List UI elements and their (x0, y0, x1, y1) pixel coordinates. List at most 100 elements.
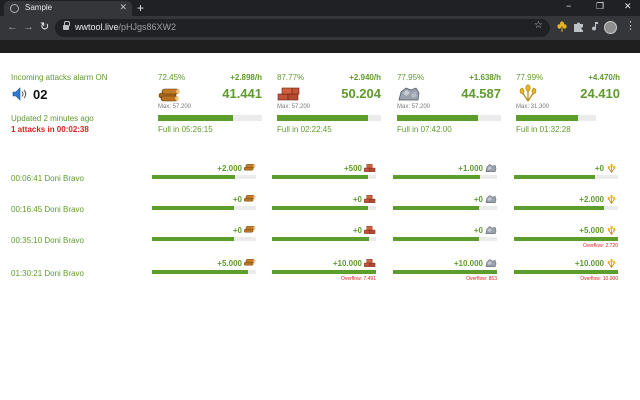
overflow-note: Overflow: 2.720 (582, 243, 618, 249)
resource-wood: 72.45% +2.898/h 41.441 Max: 57.200 Full … (158, 73, 262, 135)
crop-icon (607, 225, 616, 235)
clay-icon (364, 259, 376, 267)
attack-clay-bar (272, 175, 376, 179)
crop-icon (607, 258, 616, 268)
attack-iron-cell: +0 (393, 226, 497, 256)
attack-clay-bar-fill (272, 237, 369, 241)
crop-progress-bar (516, 115, 596, 121)
tab-strip: Sample ✕ + − ❐ ✕ (0, 0, 640, 16)
back-button[interactable]: ← (7, 20, 18, 34)
attack-iron-bar-fill (393, 270, 497, 274)
close-tab-icon[interactable]: ✕ (119, 2, 127, 13)
attack-clay-bar-fill (272, 206, 368, 210)
speaker-icon[interactable] (12, 87, 29, 101)
attack-clay-cell: +0 (272, 195, 376, 225)
attack-wood-bar-fill (152, 270, 248, 274)
attack-crop-value: +5.000 (579, 226, 604, 235)
wood-icon (158, 88, 180, 102)
crop-icon (607, 163, 616, 173)
wood-full-in: Full in 05:26:15 (158, 125, 213, 134)
resource-iron: 77.95% +1.638/h 44.587 Max: 57.200 Full … (397, 73, 501, 135)
lock-icon (63, 21, 70, 31)
minimize-button[interactable]: − (566, 1, 571, 11)
wood-percent: 72.45% (158, 73, 186, 82)
resource-crop: 77.99% +4.470/h 24.410 Max: 31.300 Full … (516, 73, 620, 135)
crop-progress-fill (516, 115, 579, 121)
attack-row-label: 01:30:21 Doni Bravo (11, 269, 84, 278)
iron-icon (485, 195, 497, 203)
url-text: wwtool.live/pHJgs86XW2 (75, 22, 177, 32)
attack-clay-bar (272, 237, 376, 241)
attack-row-label: 00:06:41 Doni Bravo (11, 174, 84, 183)
attack-crop-bar (514, 206, 618, 210)
address-bar[interactable]: wwtool.live/pHJgs86XW2 ☆ (55, 19, 550, 37)
puzzle-extensions-icon[interactable] (573, 21, 584, 32)
crop-full-in: Full in 01:32:28 (516, 125, 571, 134)
crop-max: Max: 31.300 (516, 104, 550, 110)
attack-clay-bar (272, 206, 376, 210)
attack-clay-cell: +0 (272, 226, 376, 256)
attack-crop-cell: +2.000 (514, 194, 618, 225)
window-close-button[interactable]: ✕ (624, 1, 632, 12)
attack-clay-value: +500 (343, 164, 362, 173)
attack-iron-bar-fill (393, 206, 480, 210)
attack-iron-bar (393, 206, 497, 210)
iron-full-in: Full in 07:42:00 (397, 125, 452, 134)
wood-rate: +2.898/h (230, 73, 262, 82)
attack-crop-bar-fill (514, 175, 596, 179)
attack-crop-bar (514, 175, 618, 179)
iron-max: Max: 57.200 (397, 104, 431, 110)
attack-crop-cell: +0 (514, 163, 618, 194)
resource-clay: 87.77% +2.940/h 50.204 Max: 57.200 Full … (277, 73, 381, 135)
maximize-button[interactable]: ❐ (596, 1, 604, 12)
bookmark-star-icon[interactable]: ☆ (534, 20, 543, 31)
attack-iron-value: +0 (473, 195, 483, 204)
crop-icon (607, 194, 616, 204)
iron-icon (485, 226, 497, 234)
wood-max: Max: 57.200 (158, 104, 192, 110)
clay-rate: +2.940/h (349, 73, 381, 82)
iron-rate: +1.638/h (469, 73, 501, 82)
wood-icon (244, 195, 256, 202)
attack-iron-cell: +0 (393, 195, 497, 225)
attack-iron-value: +1.000 (458, 164, 483, 173)
iron-progress-fill (397, 115, 479, 121)
attack-iron-cell: +10.000 Overflow: 853 (393, 259, 497, 289)
attack-iron-bar (393, 237, 497, 241)
attack-wood-value: +0 (232, 226, 242, 235)
clay-icon (364, 226, 376, 234)
crop-rate: +4.470/h (588, 73, 620, 82)
attack-wood-value: +2.000 (217, 164, 242, 173)
attack-clay-value: +0 (352, 226, 362, 235)
attack-crop-value: +10.000 (574, 259, 604, 268)
crop-percent: 77.99% (516, 73, 544, 82)
new-tab-button[interactable]: + (137, 1, 144, 15)
crop-amount: 24.410 (580, 86, 620, 101)
forward-button[interactable]: → (23, 20, 34, 34)
clay-progress-bar (277, 115, 381, 121)
tab-sample[interactable]: Sample ✕ (4, 1, 132, 16)
overflow-note: Overflow: 853 (466, 276, 497, 282)
attack-iron-bar-fill (393, 237, 480, 241)
profile-avatar[interactable] (604, 21, 617, 34)
clay-percent: 87.77% (277, 73, 305, 82)
attack-iron-cell: +1.000 (393, 164, 497, 194)
reload-button[interactable]: ↻ (40, 20, 49, 34)
attack-crop-value: +0 (594, 164, 604, 173)
overflow-note: Overflow: 10.000 (580, 276, 618, 282)
alarm-status: Incoming attacks alarm ON (11, 73, 108, 82)
iron-percent: 77.95% (397, 73, 425, 82)
tab-title: Sample (25, 3, 53, 12)
menu-icon[interactable]: ⋮ (625, 19, 636, 32)
attack-crop-bar-fill (514, 270, 618, 274)
attack-crop-bar-fill (514, 206, 605, 210)
wood-icon (244, 226, 256, 233)
clay-icon (364, 195, 376, 203)
attack-clay-bar (272, 270, 376, 274)
incoming-attack-count: 02 (33, 87, 48, 102)
extension-wheat-icon[interactable] (556, 21, 568, 33)
iron-amount: 44.587 (461, 86, 501, 101)
media-control-icon[interactable] (589, 21, 600, 32)
attack-clay-value: +10.000 (332, 259, 362, 268)
attack-iron-bar-fill (393, 175, 481, 179)
